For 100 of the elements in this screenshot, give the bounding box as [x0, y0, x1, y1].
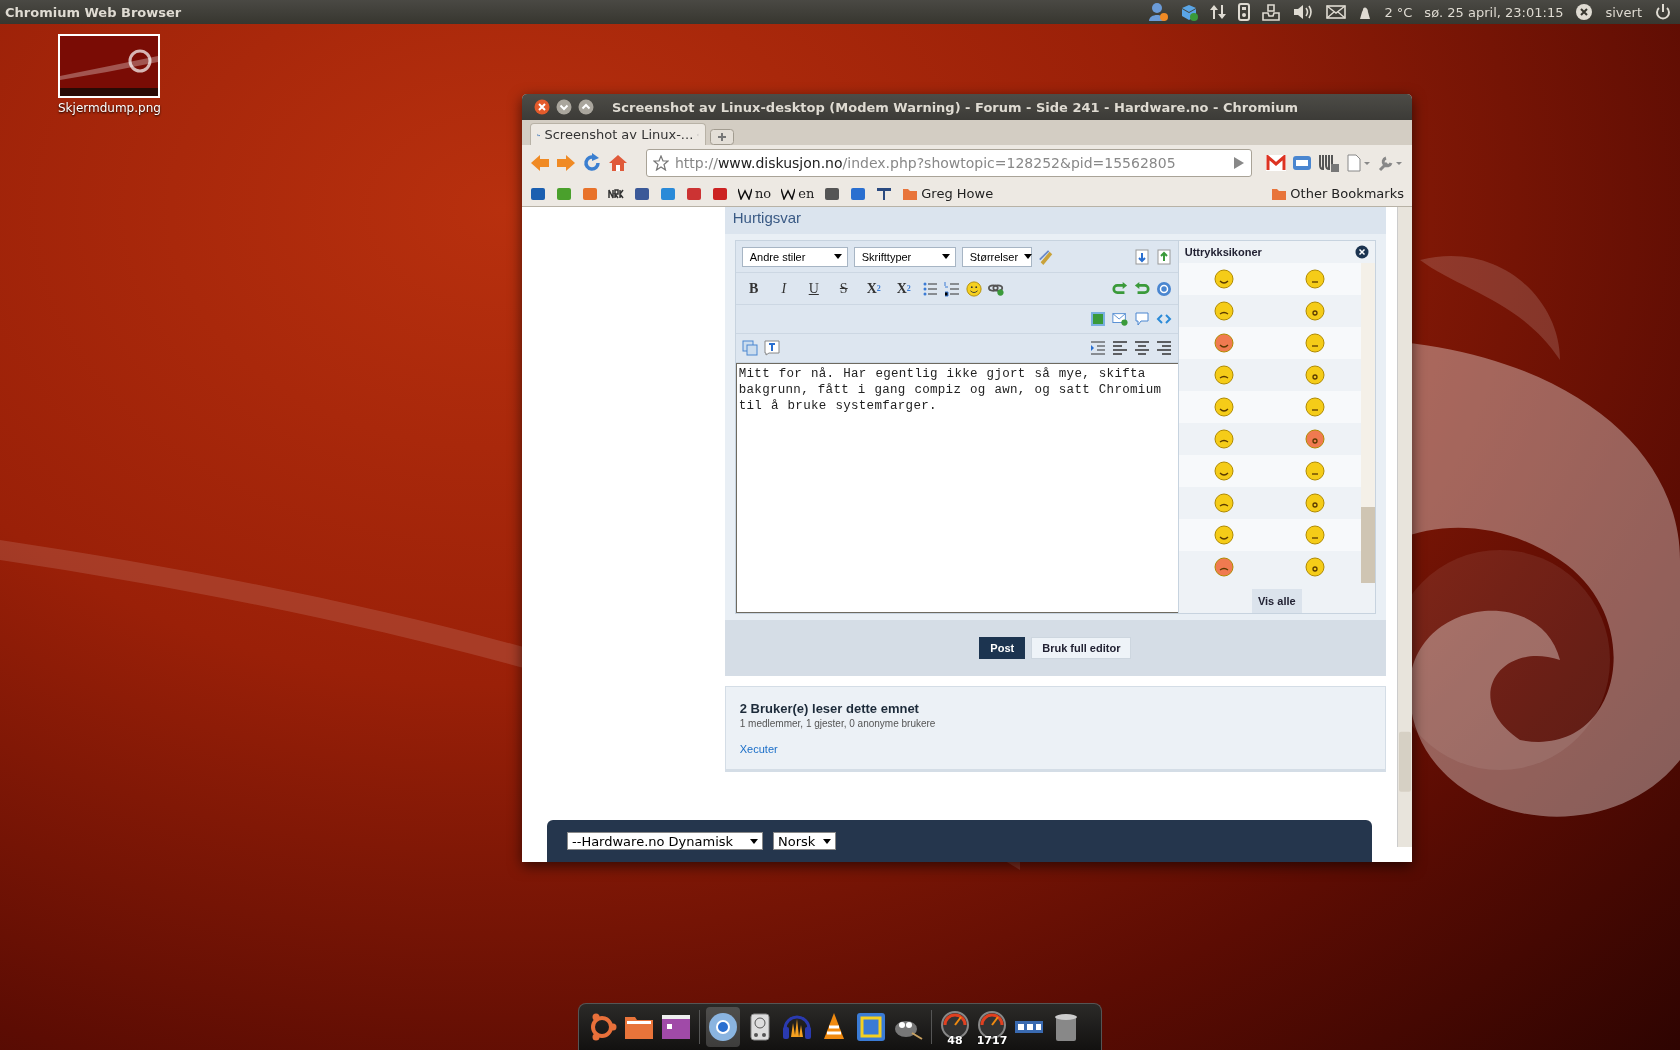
- go-icon[interactable]: [1233, 156, 1245, 170]
- emoticon-icon[interactable]: [1305, 429, 1326, 449]
- bookmark-icon[interactable]: [712, 185, 728, 202]
- emoticon-icon[interactable]: [1305, 493, 1326, 513]
- box-icon[interactable]: [1180, 3, 1199, 21]
- bookmark-icon[interactable]: [824, 185, 841, 202]
- dropdown[interactable]: Størrelser: [961, 246, 1032, 267]
- minimize-icon[interactable]: [556, 99, 572, 115]
- emoticon-icon[interactable]: [1214, 493, 1235, 513]
- show-all-button[interactable]: Vis alle: [1251, 589, 1302, 613]
- dropdown[interactable]: --Hardware.no Dynamisk: [567, 832, 763, 850]
- url-text: http://www.diskusjon.no/index.php?showtopic=128252&pid=15562805: [675, 155, 1177, 171]
- clock-text[interactable]: sø. 25 april, 23:01:15: [1424, 4, 1564, 20]
- full-editor-button[interactable]: Bruk full editor: [1031, 637, 1132, 659]
- image-icon[interactable]: [1089, 311, 1106, 327]
- mail-add-icon[interactable]: [1111, 311, 1128, 327]
- close-icon[interactable]: [534, 99, 550, 115]
- bookmark-link[interactable]: en: [781, 186, 815, 201]
- redo-icon[interactable]: [1111, 280, 1128, 297]
- format-button[interactable]: U: [801, 276, 826, 301]
- emoticon-icon[interactable]: [1214, 397, 1235, 417]
- format-button[interactable]: B: [741, 276, 766, 301]
- wrench-icon[interactable]: [1378, 154, 1404, 172]
- power-icon[interactable]: [1654, 3, 1672, 21]
- user-icon[interactable]: [1575, 3, 1594, 21]
- phone-icon[interactable]: [1238, 3, 1251, 21]
- emoticon-icon[interactable]: [1214, 333, 1235, 353]
- emoticon-icon[interactable]: [1214, 365, 1235, 385]
- gauge-value: 48: [946, 1034, 964, 1047]
- dropdown[interactable]: Skrifttyper: [853, 246, 956, 267]
- emoticon-icon[interactable]: [1305, 557, 1326, 577]
- tab-label: Screenshot av Linux-...: [544, 127, 694, 142]
- star-icon[interactable]: [653, 155, 669, 171]
- format-button[interactable]: I: [771, 276, 796, 301]
- emoticon-icon[interactable]: [1305, 397, 1326, 417]
- scrollbar[interactable]: [1360, 263, 1375, 583]
- indent-icon[interactable]: [1089, 340, 1106, 356]
- bookmark-icon[interactable]: [876, 185, 893, 202]
- bookmark-label: no: [755, 186, 772, 201]
- maximize-icon[interactable]: [578, 99, 594, 115]
- reload-icon[interactable]: [582, 153, 602, 173]
- app-title: Chromium Web Browser: [4, 4, 183, 20]
- dropdown[interactable]: Andre stiler: [741, 246, 848, 267]
- user-link[interactable]: Xecuter: [739, 743, 1371, 755]
- network-icon[interactable]: [855, 1011, 887, 1043]
- emoticon-icon[interactable]: [1305, 525, 1326, 545]
- tray-icon[interactable]: [1262, 3, 1281, 21]
- volume-icon[interactable]: [1292, 3, 1315, 21]
- bookmark-folder[interactable]: Greg Howe: [902, 186, 994, 201]
- align-center-icon[interactable]: [1133, 340, 1150, 356]
- undo-icon[interactable]: [1133, 280, 1150, 297]
- temperature-text: 2 °C: [1384, 4, 1413, 20]
- emoticon-icon[interactable]: [1305, 461, 1326, 481]
- dropdown[interactable]: Norsk: [773, 832, 837, 850]
- format-button[interactable]: S: [831, 276, 856, 301]
- emoticon-icon[interactable]: [1214, 429, 1235, 449]
- emoticon-icon[interactable]: [1214, 525, 1235, 545]
- extension-icon[interactable]: [1292, 154, 1312, 172]
- text-area[interactable]: Mitt for nå. Har egentlig ikke gjort så mye, skifta bakgrunn, fått i gang compiz og awn, og satt Chromium til å bruke systemfarger.: [735, 363, 1179, 613]
- folder-icon: [902, 186, 919, 201]
- speech-bubble-icon[interactable]: [1133, 311, 1150, 327]
- address-bar[interactable]: http://www.diskusjon.no/index.php?showtopic=128252&pid=15562805: [646, 149, 1252, 177]
- emoticon-icon[interactable]: [1214, 461, 1235, 481]
- user-status-icon[interactable]: [1148, 2, 1169, 22]
- bookmark-icon[interactable]: [634, 185, 650, 202]
- emoticon-icon[interactable]: [1305, 333, 1326, 353]
- scrollbar[interactable]: [1397, 207, 1412, 847]
- wiki-icon: [781, 187, 796, 200]
- text-icon[interactable]: [763, 340, 780, 356]
- page-menu-icon[interactable]: [1346, 154, 1372, 172]
- bullet-list-icon[interactable]: [921, 280, 938, 297]
- file-label[interactable]: Skjermdump.png: [58, 101, 161, 115]
- bookmark-link[interactable]: no: [738, 186, 772, 201]
- bookmark-icon[interactable]: [530, 185, 546, 202]
- mail-icon[interactable]: [1266, 155, 1286, 171]
- scroll-thumb[interactable]: [1360, 507, 1375, 583]
- folder-icon: [1271, 186, 1288, 201]
- extension-icon[interactable]: [1318, 153, 1340, 173]
- download-icon[interactable]: [1133, 248, 1150, 265]
- emoticon-icon[interactable]: [1214, 557, 1235, 577]
- upload-icon[interactable]: [1155, 248, 1172, 265]
- post-button[interactable]: Post: [979, 637, 1026, 659]
- pen-icon[interactable]: [1037, 248, 1054, 265]
- emoticon-icon[interactable]: [1305, 365, 1326, 385]
- home-icon[interactable]: [608, 154, 628, 172]
- browser-tab[interactable]: Screenshot av Linux-...: [530, 123, 706, 145]
- section-heading: Hurtigsvar: [724, 207, 1386, 234]
- align-left-icon[interactable]: [1111, 340, 1128, 356]
- new-tab-icon[interactable]: [710, 129, 734, 145]
- user-name[interactable]: sivert: [1605, 4, 1642, 20]
- emoticon-icon[interactable]: [1305, 269, 1326, 289]
- numbered-list-icon[interactable]: [943, 280, 960, 297]
- network-arrows-icon[interactable]: [1210, 3, 1227, 21]
- align-right-icon[interactable]: [1155, 340, 1172, 356]
- close-icon[interactable]: [1354, 245, 1369, 259]
- help-icon[interactable]: [1155, 280, 1172, 297]
- emoticon-icon[interactable]: [1305, 301, 1326, 321]
- emoticon-icon[interactable]: [1214, 269, 1235, 289]
- smiley-icon[interactable]: [965, 280, 982, 297]
- emoticon-icon[interactable]: [1214, 301, 1235, 321]
